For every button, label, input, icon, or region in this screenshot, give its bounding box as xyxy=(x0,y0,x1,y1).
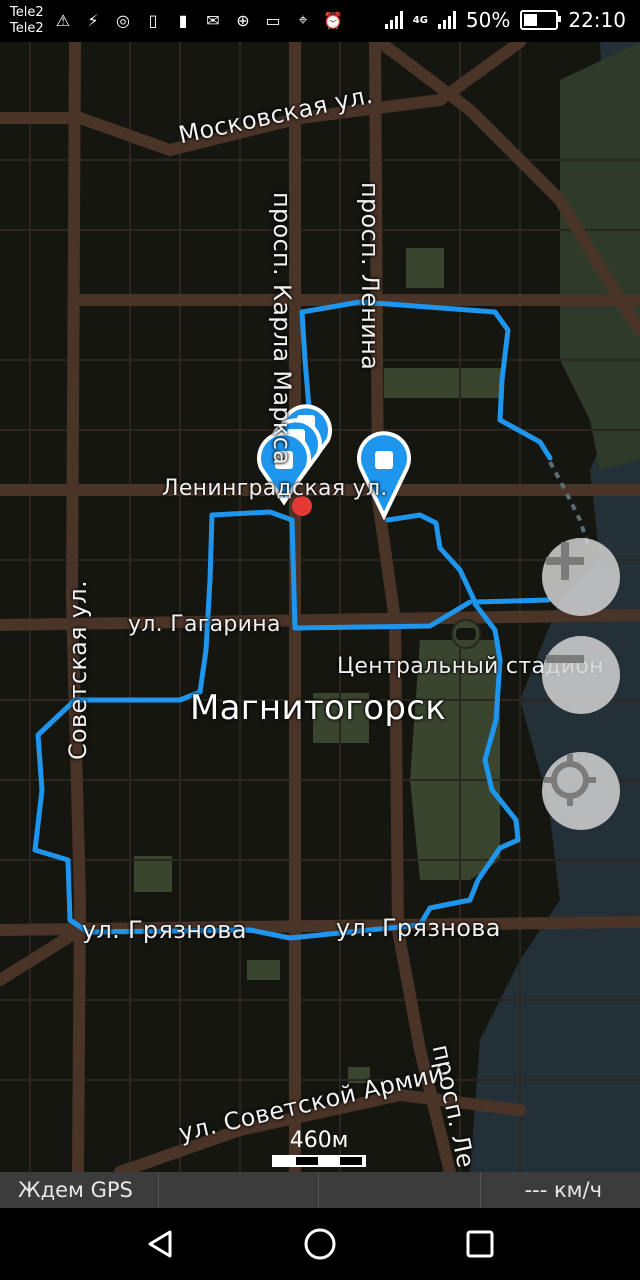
street-label-gagarina: ул. Гагарина xyxy=(128,612,281,637)
city-label: Магнитогорск xyxy=(190,688,447,728)
zoom-in-button[interactable] xyxy=(542,538,620,616)
map-view[interactable]: Московская ул. просп. Карла Маркса просп… xyxy=(0,42,640,1172)
street-label-karla-marksa: просп. Карла Маркса xyxy=(268,192,296,466)
street-label-gryaznova-2: ул. Грязнова xyxy=(336,914,501,942)
street-label-gryaznova-1: ул. Грязнова xyxy=(82,916,247,944)
minus-icon xyxy=(546,655,584,663)
street-label-sovetskaya: Советская ул. xyxy=(64,580,92,760)
battery-level-fill xyxy=(524,14,538,26)
scale-bar xyxy=(272,1155,366,1167)
sd-card-icon: ▮ xyxy=(178,10,188,30)
cell-signal-icon xyxy=(437,11,456,29)
battery-icon xyxy=(520,10,562,30)
location-pin-icon: ⌖ xyxy=(298,10,308,29)
park xyxy=(247,960,280,980)
navigation-bar xyxy=(0,1208,640,1280)
locate-button[interactable] xyxy=(542,752,620,830)
alarm-icon: ⏰ xyxy=(323,10,343,30)
back-icon xyxy=(148,1230,172,1258)
home-button[interactable] xyxy=(302,1226,338,1262)
recents-icon xyxy=(466,1230,494,1258)
mail-off-icon: ✉ xyxy=(206,10,220,30)
scale-label: 460м xyxy=(289,1128,349,1153)
street-label-lenina: просп. Ленина xyxy=(356,182,384,371)
cast-icon: ▭ xyxy=(265,10,281,30)
network-type: 4G xyxy=(412,14,428,26)
status-bar: Tele2 Tele2 ⚠ ⚡ ◎ ▯ ▮ ✉ ⊕ ▭ ⌖ ⏰ 4G 50% 2… xyxy=(0,0,640,42)
back-button[interactable] xyxy=(142,1226,178,1262)
speed-readout: --- км/ч xyxy=(524,1178,602,1202)
home-icon xyxy=(304,1228,336,1260)
plus-icon xyxy=(546,542,584,580)
battery-saver-icon: ▯ xyxy=(148,10,158,30)
park xyxy=(134,856,172,892)
warning-icon: ⚠ xyxy=(55,10,71,30)
divider xyxy=(480,1172,481,1208)
locate-icon xyxy=(544,754,596,806)
divider xyxy=(158,1172,159,1208)
notification-icons: ⚠ ⚡ ◎ ▯ ▮ ✉ ⊕ ▭ ⌖ ⏰ xyxy=(52,9,344,31)
wifi-signal-icon xyxy=(384,11,403,29)
gps-status-bar: Ждем GPS --- км/ч xyxy=(0,1172,640,1208)
carrier-2: Tele2 xyxy=(10,21,44,36)
park xyxy=(406,248,444,288)
divider xyxy=(318,1172,319,1208)
street-label-leningradskaya: Ленинградская ул. xyxy=(162,476,388,501)
recents-button[interactable] xyxy=(462,1226,498,1262)
location-target-icon: ◎ xyxy=(116,10,130,30)
carrier-1: Tele2 xyxy=(10,5,44,20)
running-icon: ⚡ xyxy=(87,10,99,30)
map-canvas xyxy=(0,42,640,1172)
map-scale: 460м xyxy=(272,1128,366,1167)
zoom-out-button[interactable] xyxy=(542,636,620,714)
carrier-names: Tele2 Tele2 xyxy=(10,5,44,37)
data-saver-icon: ⊕ xyxy=(236,10,250,30)
gps-status-text: Ждем GPS xyxy=(18,1178,133,1202)
clock: 22:10 xyxy=(568,8,626,32)
park xyxy=(384,368,504,398)
battery-percent: 50% xyxy=(465,8,511,32)
